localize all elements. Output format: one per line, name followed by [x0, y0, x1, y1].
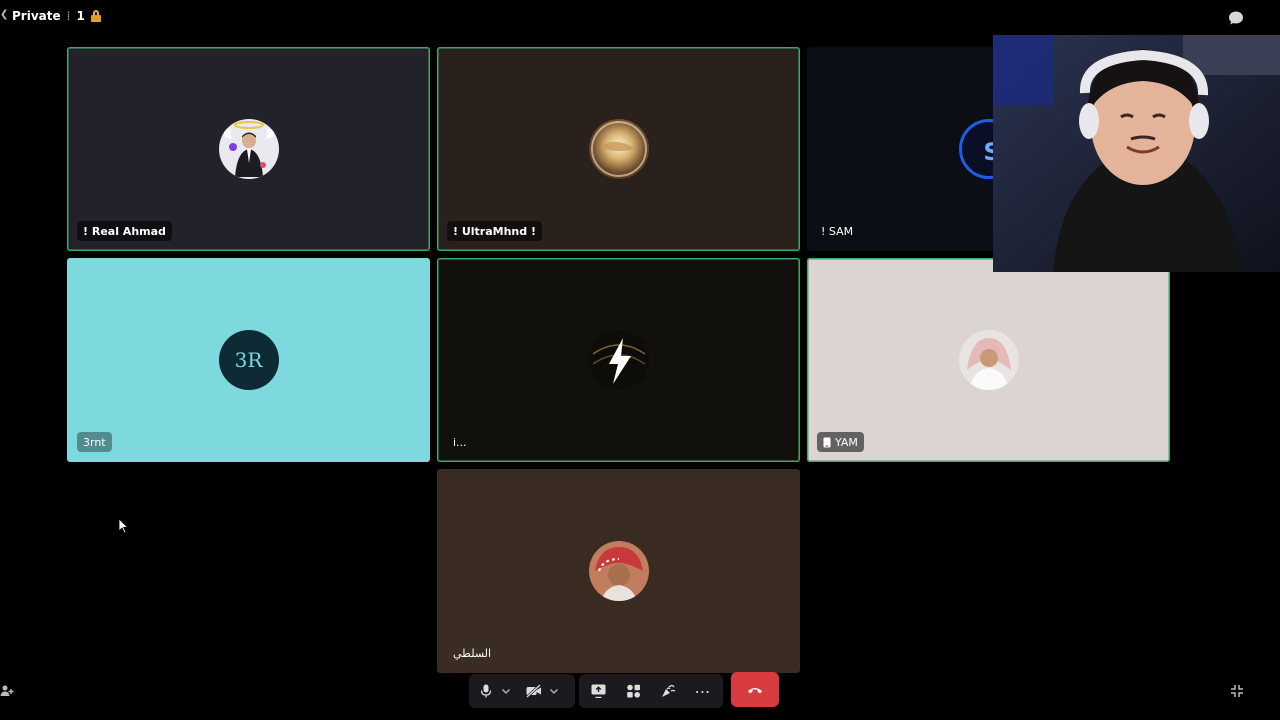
participant-name: YAM [817, 432, 864, 452]
chevron-down-icon [550, 688, 558, 694]
channel-title: ❮ Private ⁞ 1 [0, 9, 101, 23]
avatar [218, 119, 279, 179]
hang-up-button[interactable] [731, 672, 779, 707]
media-controls-group [469, 674, 575, 708]
avatar [588, 541, 649, 601]
hang-up-icon [748, 687, 762, 693]
participant-tile[interactable]: السلطي [437, 469, 800, 673]
activity-controls-group: ⋯ [579, 674, 723, 708]
more-icon: ⋯ [694, 681, 712, 701]
mic-options-button[interactable] [499, 678, 513, 704]
screen-share-icon [591, 684, 605, 698]
activities-icon [626, 684, 640, 698]
camera-button[interactable] [521, 678, 547, 704]
phone-icon [823, 437, 831, 447]
lock-icon [90, 10, 101, 22]
avatar-initials: 3R [234, 348, 263, 372]
avatar: 3R [218, 330, 279, 390]
avatar [588, 119, 649, 179]
chevron-left-icon: ❮ [0, 9, 9, 20]
channel-name: Private [12, 9, 61, 23]
participant-name: ! UltraMhnd ! [447, 221, 542, 241]
camera-off-icon [526, 684, 541, 698]
title-bar: ❮ Private ⁞ 1 [0, 0, 1280, 36]
camera-options-button[interactable] [547, 678, 561, 704]
participant-name: السلطي [447, 643, 498, 663]
webcam-image [993, 35, 1280, 272]
participant-tile[interactable]: i... [437, 258, 800, 462]
participant-name: ! SAM [821, 224, 854, 238]
participant-tile[interactable]: YAM [807, 258, 1170, 462]
soundboard-button[interactable] [655, 678, 681, 704]
participant-name: ! Real Ahmad [77, 221, 172, 241]
chevron-down-icon [502, 688, 510, 694]
call-controls: ⋯ [0, 670, 1280, 710]
participant-tile[interactable]: ! UltraMhnd ! [437, 47, 800, 251]
avatar [958, 330, 1019, 390]
mouse-cursor-icon [119, 519, 129, 534]
mute-button[interactable] [473, 678, 499, 704]
chat-icon[interactable] [1228, 10, 1244, 26]
participant-name: i... [453, 435, 467, 449]
channel-separator-icon: ⁞ [66, 9, 71, 23]
channel-count: 1 [76, 9, 85, 23]
more-options-button[interactable]: ⋯ [690, 678, 716, 704]
avatar [588, 330, 649, 390]
participant-name: 3rnt [77, 432, 112, 452]
participant-tile[interactable]: ! Real Ahmad [67, 47, 430, 251]
soundboard-icon [661, 684, 675, 697]
screen-share-button[interactable] [585, 678, 611, 704]
microphone-icon [480, 684, 492, 698]
webcam-overlay [993, 35, 1280, 272]
activities-button[interactable] [620, 678, 646, 704]
participant-tile[interactable]: 3R 3rnt [67, 258, 430, 462]
